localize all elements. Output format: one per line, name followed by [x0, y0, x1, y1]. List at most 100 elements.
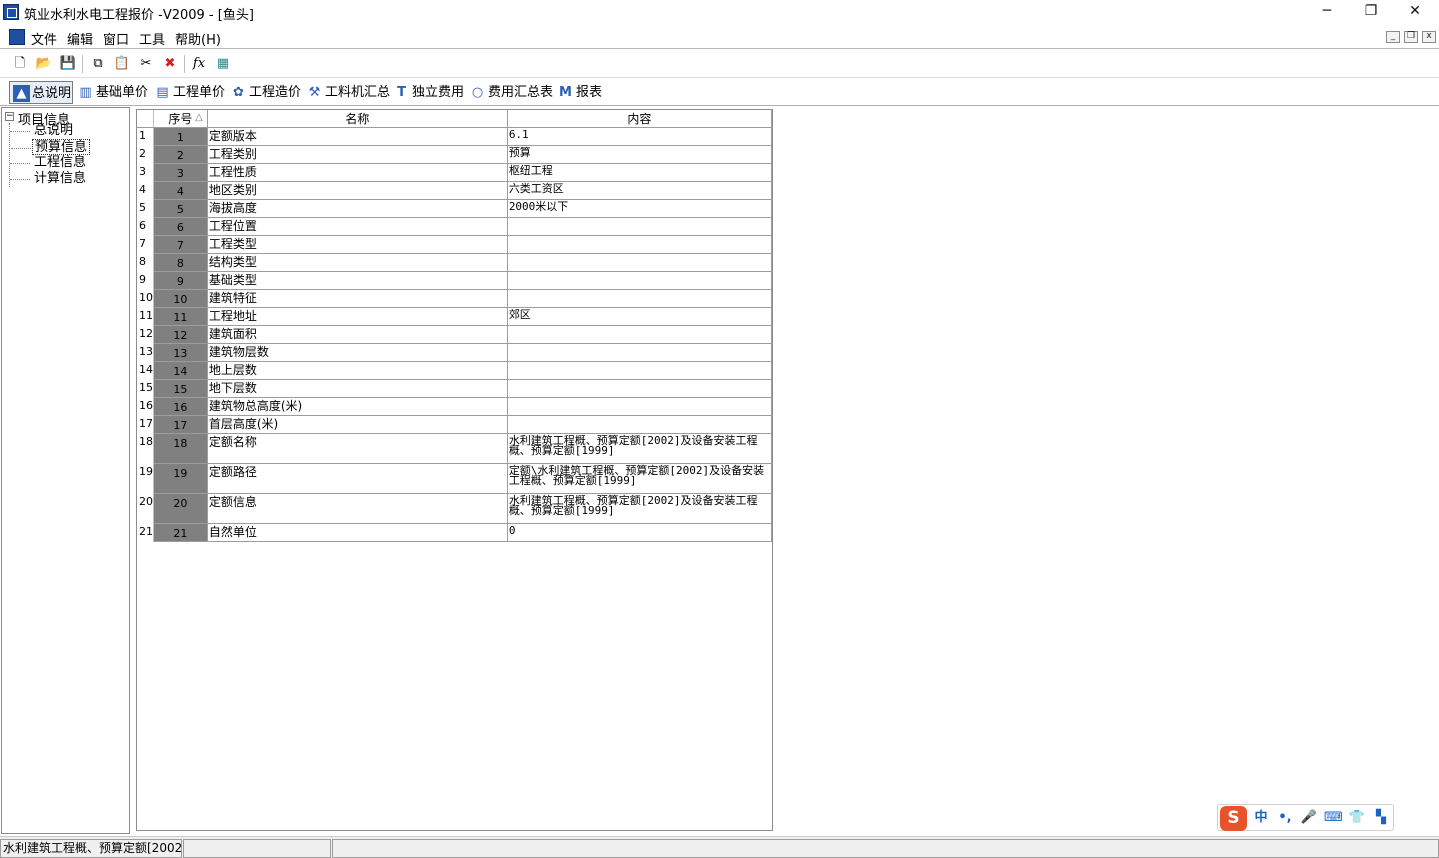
tab-fee-summary-table[interactable]: ○ 费用汇总表 [466, 81, 556, 104]
tree-item-project-info[interactable]: 工程信息 [9, 155, 88, 171]
content-cell[interactable] [507, 415, 772, 434]
paste-icon[interactable]: 📋 [113, 55, 131, 73]
name-cell[interactable]: 工程类别 [207, 145, 508, 164]
table-row[interactable]: 20 20 定额信息 水利建筑工程概、预算定额[2002]及设备安装工程概、预算定额[… [137, 493, 772, 524]
content-cell[interactable] [507, 343, 772, 362]
tree-item-budget-info[interactable]: 预算信息 [10, 139, 91, 155]
name-cell[interactable]: 自然单位 [207, 523, 508, 542]
name-cell[interactable]: 地上层数 [207, 361, 508, 380]
collapse-icon[interactable]: − [5, 112, 14, 121]
tab-labor-material-summary[interactable]: ⚒ 工料机汇总 [303, 81, 393, 104]
table-row[interactable]: 1 1 定额版本 6.1 [137, 127, 772, 146]
tab-base-unit-price[interactable]: ▥ 基础单价 [74, 81, 151, 104]
table-row[interactable]: 4 4 地区类别 六类工资区 [137, 181, 772, 200]
name-cell[interactable]: 工程位置 [207, 217, 508, 236]
delete-icon[interactable]: ✖ [161, 55, 179, 73]
content-cell[interactable]: 水利建筑工程概、预算定额[2002]及设备安装工程概、预算定额[1999] [507, 433, 772, 464]
restore-button[interactable]: ❐ [1349, 0, 1393, 24]
menu-edit[interactable]: 编辑 [67, 29, 93, 48]
content-cell[interactable]: 六类工资区 [507, 181, 772, 200]
tab-reports[interactable]: M 报表 [554, 81, 605, 104]
new-file-icon[interactable]: 🗋 [11, 55, 29, 73]
table-row[interactable]: 6 6 工程位置 [137, 217, 772, 236]
copy-icon[interactable]: ⧉ [89, 55, 107, 73]
name-cell[interactable]: 地区类别 [207, 181, 508, 200]
name-cell[interactable]: 建筑特征 [207, 289, 508, 308]
table-row[interactable]: 17 17 首层高度(米) [137, 415, 772, 434]
microphone-icon[interactable]: 🎤 [1300, 808, 1318, 828]
punctuation-toggle[interactable]: •, [1276, 808, 1294, 828]
function-icon[interactable]: fx [190, 55, 208, 73]
name-cell[interactable]: 定额路径 [207, 463, 508, 494]
open-folder-icon[interactable]: 📂 [35, 55, 53, 73]
tab-general-description[interactable]: ▲ 总说明 [9, 81, 73, 104]
content-cell[interactable]: 水利建筑工程概、预算定额[2002]及设备安装工程概、预算定额[1999] [507, 493, 772, 524]
content-cell[interactable] [507, 253, 772, 272]
name-cell[interactable]: 地下层数 [207, 379, 508, 398]
close-button[interactable]: ✕ [1393, 0, 1437, 24]
menu-tools[interactable]: 工具 [139, 29, 165, 48]
document-icon[interactable] [9, 29, 25, 45]
table-row[interactable]: 10 10 建筑特征 [137, 289, 772, 308]
table-row[interactable]: 3 3 工程性质 枢纽工程 [137, 163, 772, 182]
name-cell[interactable]: 结构类型 [207, 253, 508, 272]
skin-icon[interactable]: 👕 [1348, 808, 1366, 828]
content-cell[interactable] [507, 379, 772, 398]
content-cell[interactable] [507, 289, 772, 308]
table-row[interactable]: 2 2 工程类别 预算 [137, 145, 772, 164]
content-cell[interactable]: 定额\水利建筑工程概、预算定额[2002]及设备安装工程概、预算定额[1999] [507, 463, 772, 494]
name-cell[interactable]: 海拔高度 [207, 199, 508, 218]
content-cell[interactable] [507, 235, 772, 254]
table-row[interactable]: 13 13 建筑物层数 [137, 343, 772, 362]
name-cell[interactable]: 定额信息 [207, 493, 508, 524]
table-row[interactable]: 11 11 工程地址 郊区 [137, 307, 772, 326]
table-row[interactable]: 19 19 定额路径 定额\水利建筑工程概、预算定额[2002]及设备安装工程概、预算… [137, 463, 772, 494]
menu-window[interactable]: 窗口 [103, 29, 129, 48]
name-cell[interactable]: 首层高度(米) [207, 415, 508, 434]
content-cell[interactable]: 0 [507, 523, 772, 542]
content-cell[interactable]: 2000米以下 [507, 199, 772, 218]
tree-item-general-description[interactable]: 总说明 [9, 123, 75, 139]
name-cell[interactable]: 工程地址 [207, 307, 508, 326]
keyboard-icon[interactable]: ⌨ [1324, 808, 1343, 828]
name-cell[interactable]: 建筑物层数 [207, 343, 508, 362]
content-cell[interactable]: 6.1 [507, 127, 772, 146]
table-row[interactable]: 15 15 地下层数 [137, 379, 772, 398]
name-cell[interactable]: 建筑物总高度(米) [207, 397, 508, 416]
tab-independent-fees[interactable]: T 独立费用 [390, 81, 467, 104]
mdi-minimize-button[interactable]: _ [1386, 31, 1400, 43]
table-row[interactable]: 21 21 自然单位 0 [137, 523, 772, 542]
content-cell[interactable]: 预算 [507, 145, 772, 164]
column-header-seq[interactable]: 序号 △ [153, 110, 208, 128]
tab-project-cost[interactable]: ✿ 工程造价 [227, 81, 304, 104]
content-cell[interactable] [507, 361, 772, 380]
name-cell[interactable]: 定额名称 [207, 433, 508, 464]
mdi-restore-button[interactable]: ❐ [1404, 31, 1418, 43]
name-cell[interactable]: 建筑面积 [207, 325, 508, 344]
table-row[interactable]: 8 8 结构类型 [137, 253, 772, 272]
save-icon[interactable]: 💾 [59, 55, 77, 73]
tab-project-unit-price[interactable]: ▤ 工程单价 [151, 81, 228, 104]
content-cell[interactable] [507, 217, 772, 236]
table-row[interactable]: 18 18 定额名称 水利建筑工程概、预算定额[2002]及设备安装工程概、预算定额[… [137, 433, 772, 464]
table-row[interactable]: 12 12 建筑面积 [137, 325, 772, 344]
content-cell[interactable] [507, 271, 772, 290]
table-row[interactable]: 7 7 工程类型 [137, 235, 772, 254]
menu-help[interactable]: 帮助(H) [175, 29, 221, 48]
ime-mode-toggle[interactable]: 中 [1252, 808, 1270, 828]
name-cell[interactable]: 定额版本 [207, 127, 508, 146]
sogou-logo-icon[interactable]: S [1220, 806, 1247, 831]
name-cell[interactable]: 基础类型 [207, 271, 508, 290]
minimize-button[interactable]: ─ [1305, 0, 1349, 24]
cut-icon[interactable]: ✂ [137, 55, 155, 73]
menu-file[interactable]: 文件 [31, 29, 57, 48]
content-cell[interactable] [507, 397, 772, 416]
table-row[interactable]: 5 5 海拔高度 2000米以下 [137, 199, 772, 218]
content-cell[interactable]: 枢纽工程 [507, 163, 772, 182]
calculator-icon[interactable]: ▦ [214, 55, 232, 73]
content-cell[interactable] [507, 325, 772, 344]
tree-item-calculation-info[interactable]: 计算信息 [9, 171, 88, 187]
name-cell[interactable]: 工程性质 [207, 163, 508, 182]
toolbox-icon[interactable]: ▚ [1372, 808, 1390, 828]
table-row[interactable]: 16 16 建筑物总高度(米) [137, 397, 772, 416]
